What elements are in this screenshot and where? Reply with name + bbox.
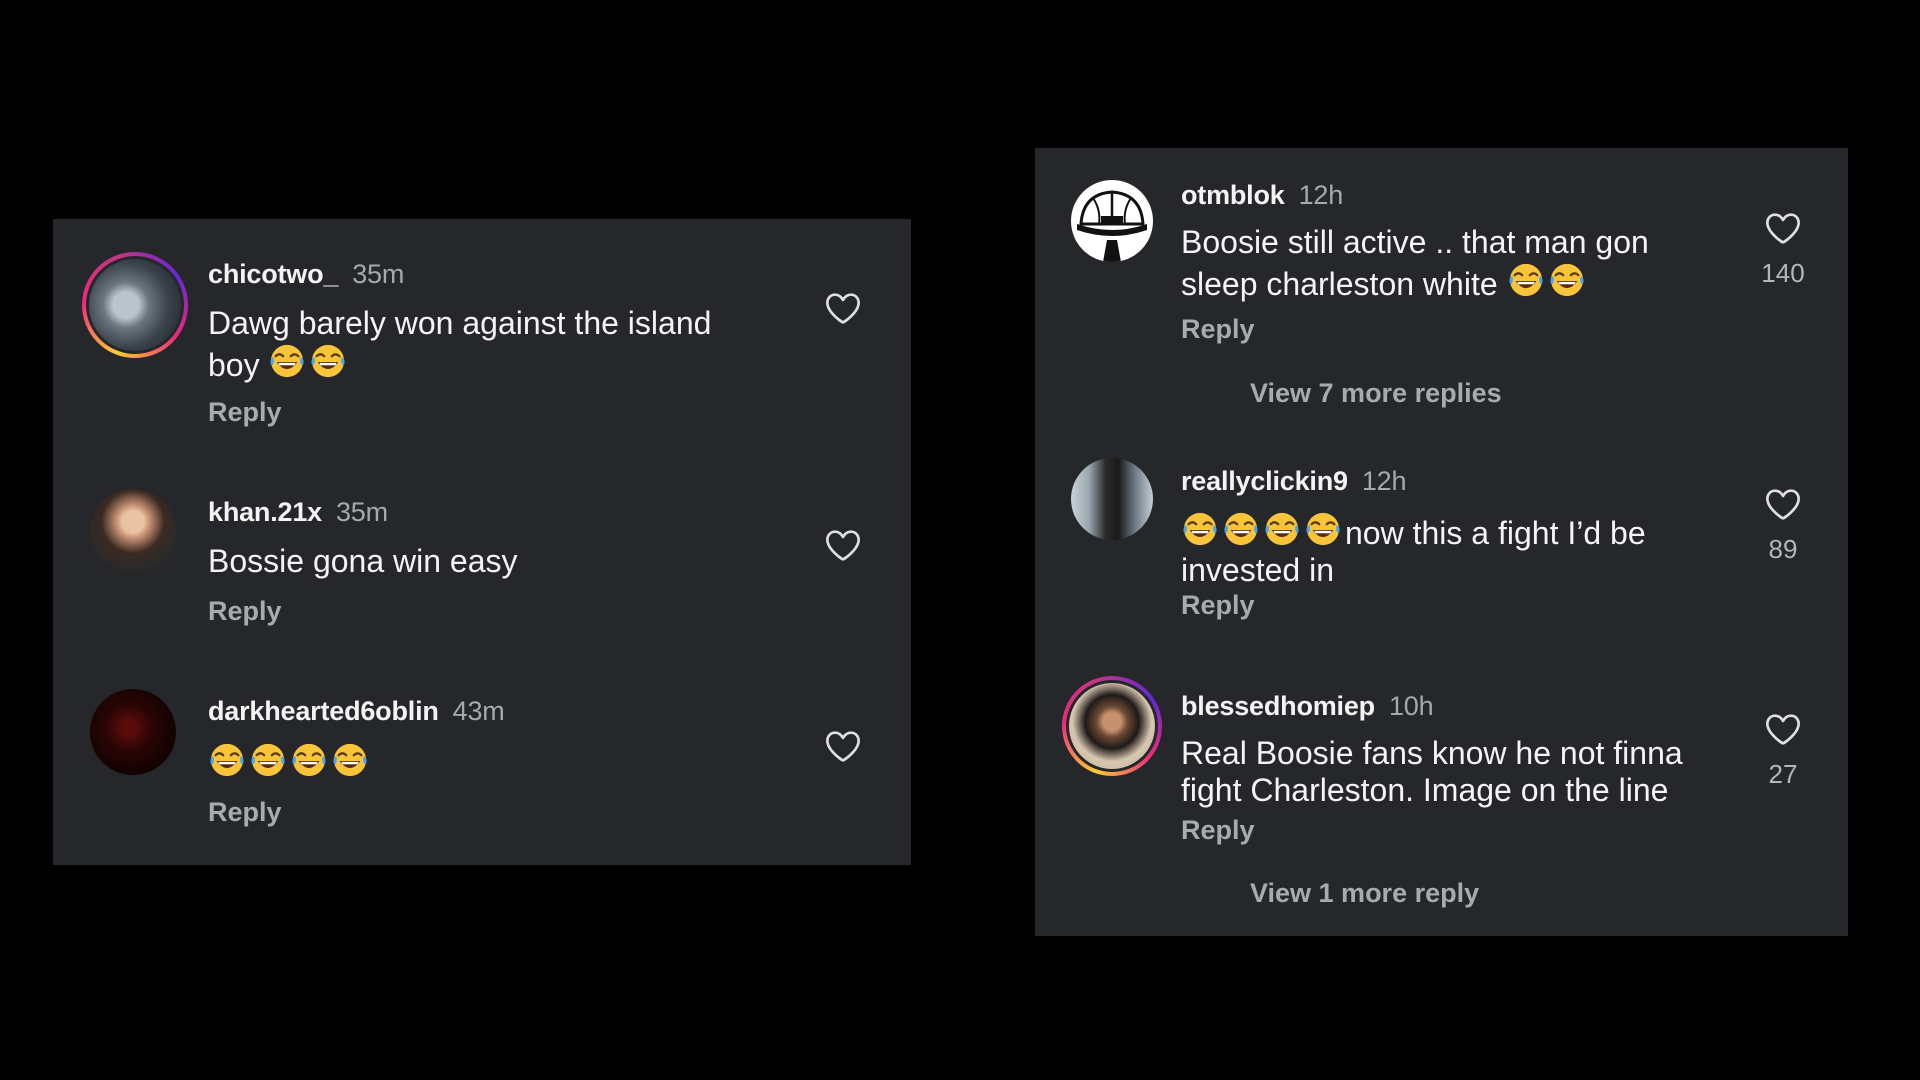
comment-item: darkhearted6oblin 43m Reply	[53, 649, 911, 865]
heart-outline-icon[interactable]	[823, 525, 863, 565]
comment-text: Dawg barely won against the island boy	[208, 305, 712, 383]
heart-outline-icon[interactable]	[1763, 484, 1803, 524]
username[interactable]: chicotwo_ 35m	[208, 259, 404, 290]
face-with-tears-of-joy-icon	[1222, 510, 1260, 548]
comment-text	[208, 741, 372, 783]
comment-item: otmblok 12h Boosie still active .. that m…	[1035, 148, 1848, 428]
comment-text: Boosie still active .. that man gon slee…	[1181, 224, 1649, 302]
comment-time: 35m	[352, 259, 405, 289]
comment-time: 43m	[452, 696, 505, 726]
emoji-row	[208, 741, 372, 779]
avatar[interactable]	[1071, 458, 1153, 540]
reply-button[interactable]: Reply	[208, 797, 282, 828]
reply-button[interactable]: Reply	[208, 397, 282, 428]
comment-text: Bossie gona win easy	[208, 543, 518, 579]
heart-outline-icon[interactable]	[823, 726, 863, 766]
like-count: 89	[1768, 534, 1798, 564]
face-with-tears-of-joy-icon	[290, 741, 328, 779]
username[interactable]: otmblok 12h	[1181, 180, 1343, 211]
avatar[interactable]	[82, 252, 188, 358]
username[interactable]: reallyclickin9 12h	[1181, 466, 1406, 497]
avatar[interactable]	[90, 489, 176, 575]
reply-button[interactable]: Reply	[1181, 815, 1255, 846]
comment-item: reallyclickin9 12h now this a fight I’d b…	[1035, 428, 1848, 653]
reply-button[interactable]: Reply	[1181, 314, 1255, 345]
face-with-tears-of-joy-icon	[208, 741, 246, 779]
comments-panel-right: otmblok 12h Boosie still active .. that m…	[1035, 148, 1848, 936]
cap-logo-image	[1077, 190, 1147, 262]
reply-button[interactable]: Reply	[208, 596, 282, 627]
face-with-tears-of-joy-icon	[1263, 510, 1301, 548]
username[interactable]: khan.21x 35m	[208, 497, 388, 528]
emoji-row	[1181, 510, 1345, 548]
reply-button[interactable]: Reply	[1181, 590, 1255, 621]
like-count: 140	[1761, 258, 1805, 288]
username[interactable]: blessedhomiep 10h	[1181, 691, 1434, 722]
emoji-row	[1507, 261, 1589, 299]
comment-item: khan.21x 35m Bossie gona win easy Reply	[53, 449, 911, 649]
username[interactable]: darkhearted6oblin 43m	[208, 696, 505, 727]
face-with-tears-of-joy-icon	[1181, 510, 1219, 548]
avatar[interactable]	[90, 689, 176, 775]
face-with-tears-of-joy-icon	[309, 342, 347, 380]
emoji-row	[268, 342, 350, 380]
heart-outline-icon[interactable]	[1763, 208, 1803, 248]
avatar[interactable]	[1062, 676, 1162, 776]
comment-text: Real Boosie fans know he not finna fight…	[1181, 735, 1683, 808]
face-with-tears-of-joy-icon	[249, 741, 287, 779]
comment-item: chicotwo_ 35m Dawg barely won against the…	[53, 219, 911, 449]
heart-outline-icon[interactable]	[823, 288, 863, 328]
face-with-tears-of-joy-icon	[1304, 510, 1342, 548]
like-count: 27	[1768, 759, 1798, 789]
comment-time: 35m	[335, 497, 388, 527]
avatar[interactable]	[1071, 180, 1153, 262]
face-with-tears-of-joy-icon	[331, 741, 369, 779]
comment-time: 10h	[1388, 691, 1434, 721]
face-with-tears-of-joy-icon	[268, 342, 306, 380]
view-more-replies-link[interactable]: View 1 more reply	[1250, 878, 1479, 909]
comment-time: 12h	[1361, 466, 1407, 496]
comment-text: now this a fight I’d be invested in	[1181, 510, 1646, 589]
view-more-replies-link[interactable]: View 7 more replies	[1250, 378, 1502, 409]
heart-outline-icon[interactable]	[1763, 709, 1803, 749]
comments-panel-left: chicotwo_ 35m Dawg barely won against the…	[53, 219, 911, 865]
comment-time: 12h	[1298, 180, 1344, 210]
comment-item: blessedhomiep 10h Real Boosie fans know h…	[1035, 653, 1848, 936]
face-with-tears-of-joy-icon	[1507, 261, 1545, 299]
face-with-tears-of-joy-icon	[1548, 261, 1586, 299]
